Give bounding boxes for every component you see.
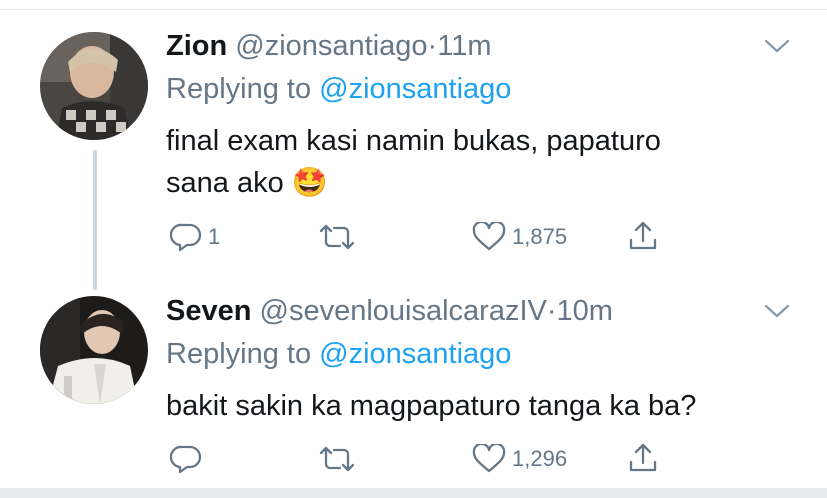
thread-connector <box>93 150 97 290</box>
user-handle[interactable]: @zionsantiago <box>235 30 427 62</box>
tweet-text: bakit sakin ka magpapaturo tanga ka ba? <box>166 385 696 427</box>
bottom-divider <box>0 488 827 498</box>
like-button[interactable]: 1,296 <box>472 444 567 474</box>
replying-to: Replying to @zionsantiago <box>166 73 511 106</box>
retweet-button[interactable] <box>318 444 356 474</box>
timestamp[interactable]: 11m <box>437 30 491 62</box>
tweet-text-line: sana ako 🤩 <box>166 162 661 204</box>
retweet-button[interactable] <box>318 222 356 252</box>
display-name[interactable]: Zion <box>166 30 227 62</box>
replying-to-label: Replying to <box>166 338 312 370</box>
top-divider <box>0 9 827 10</box>
avatar-seven[interactable] <box>40 296 148 404</box>
tweet-text-line: bakit sakin ka magpapaturo tanga ka ba? <box>166 390 697 422</box>
replying-to-handle[interactable]: @zionsantiago <box>319 338 511 370</box>
timestamp[interactable]: 10m <box>557 295 613 327</box>
chevron-down-icon[interactable] <box>764 303 790 319</box>
separator-dot: · <box>546 295 557 327</box>
share-icon <box>629 443 657 472</box>
retweet-icon <box>319 224 355 250</box>
chevron-down-icon[interactable] <box>764 38 790 54</box>
reply-icon <box>170 223 202 252</box>
tweet-header: Seven @sevenlouisalcarazIV·10m <box>166 295 613 328</box>
reply-button[interactable] <box>170 444 202 474</box>
share-icon <box>629 221 657 250</box>
like-button[interactable]: 1,875 <box>472 222 567 252</box>
reply-count: 1 <box>208 224 221 249</box>
user-handle[interactable]: @sevenlouisalcarazIV <box>260 295 547 327</box>
replying-to: Replying to @zionsantiago <box>166 338 511 371</box>
replying-to-handle[interactable]: @zionsantiago <box>319 73 511 105</box>
reply-button[interactable]: 1 <box>170 222 220 252</box>
tweet-text-line-2: sana ako <box>166 167 284 199</box>
like-count: 1,875 <box>512 224 568 249</box>
tweet-header: Zion @zionsantiago·11m <box>166 30 491 63</box>
like-count: 1,296 <box>512 446 568 471</box>
reply-icon <box>170 445 202 474</box>
like-icon <box>472 222 506 251</box>
star-struck-emoji: 🤩 <box>291 167 328 199</box>
tweet-text-line: final exam kasi namin bukas, papaturo <box>166 125 661 157</box>
display-name[interactable]: Seven <box>166 295 251 327</box>
avatar-zion[interactable] <box>40 32 148 140</box>
share-button[interactable] <box>627 442 659 474</box>
share-button[interactable] <box>627 220 659 252</box>
replying-to-label: Replying to <box>166 73 312 105</box>
tweet-text: final exam kasi namin bukas, papaturo sa… <box>166 120 661 204</box>
like-icon <box>472 444 506 473</box>
retweet-icon <box>319 446 355 472</box>
separator-dot: · <box>427 30 438 62</box>
